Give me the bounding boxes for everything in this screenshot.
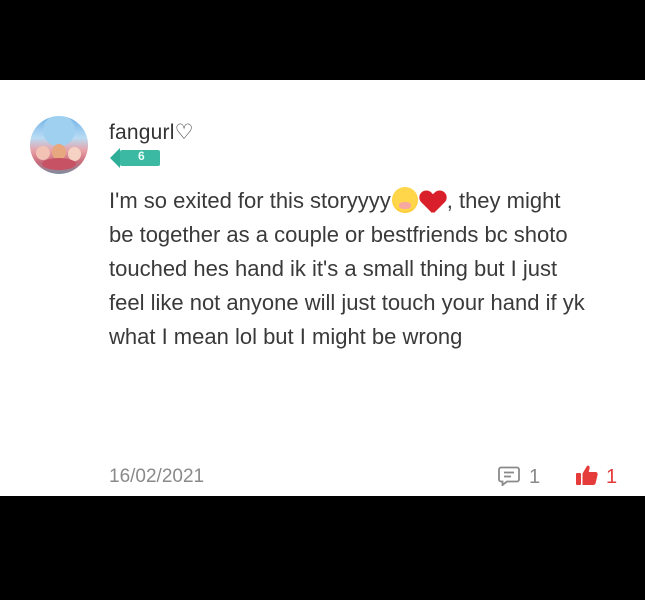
badge-arrow-icon xyxy=(110,148,120,168)
red-heart-emoji-icon xyxy=(420,189,446,213)
thumbs-up-icon[interactable] xyxy=(575,464,599,486)
username[interactable]: fangurl♡ xyxy=(109,120,194,145)
post-date: 16/02/2021 xyxy=(109,466,205,487)
comment-line-1-start: I'm so exited for this storyyyy xyxy=(109,188,391,213)
comment-card: fangurl♡ 6 I'm so exited for this storyy… xyxy=(0,80,645,496)
comment-line-3: touched hes hand ik it's a small thing b… xyxy=(109,256,558,281)
avatar[interactable] xyxy=(30,116,88,174)
comment-line-4: feel like not anyone will just touch you… xyxy=(109,290,585,315)
hand-over-mouth-face-emoji-icon xyxy=(391,187,418,213)
comment-text: I'm so exited for this storyyyy , they mi… xyxy=(109,184,629,354)
comment-icon[interactable] xyxy=(498,466,520,486)
comment-line-5: what I mean lol but I might be wrong xyxy=(109,324,463,349)
like-count[interactable]: 1 xyxy=(606,466,617,489)
avatar-figure xyxy=(42,158,76,170)
comment-line-2: be together as a couple or bestfriends b… xyxy=(109,222,568,247)
level-number: 6 xyxy=(138,149,145,163)
comment-count[interactable]: 1 xyxy=(529,466,540,489)
level-badge: 6 xyxy=(110,148,160,168)
avatar-figure xyxy=(36,146,50,160)
comment-line-1-end: , they might xyxy=(446,188,561,213)
